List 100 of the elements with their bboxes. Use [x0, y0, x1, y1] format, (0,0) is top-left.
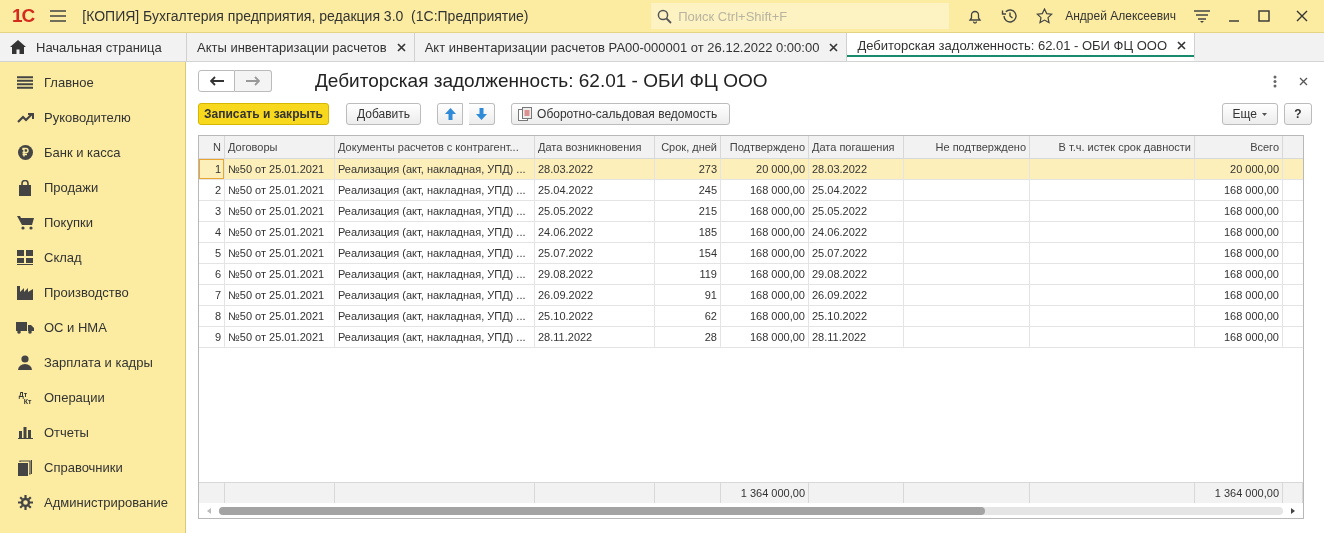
table-cell: 168 000,00: [721, 306, 809, 326]
search-input[interactable]: Поиск Ctrl+Shift+F: [676, 7, 941, 25]
table-row[interactable]: 6 №50 от 25.01.2021 Реализация (акт, накладная, УПД) ... 29.08.2022 119 168 000,00 29.08.2022 168 000,00: [199, 264, 1303, 285]
table-cell: 168 000,00: [721, 285, 809, 305]
table-cell: 168 000,00: [721, 327, 809, 347]
table-cell: 168 000,00: [1195, 222, 1283, 242]
row-number: 3: [199, 201, 225, 221]
report-button[interactable]: Оборотно-сальдовая ведомость: [511, 103, 731, 125]
person-icon: [18, 355, 32, 370]
search-field[interactable]: Поиск Ctrl+Shift+F: [651, 3, 950, 29]
form-title: Дебиторская задолженность: 62.01 - ОБИ ФЦ ООО: [315, 70, 768, 92]
add-button[interactable]: Добавить: [346, 103, 422, 125]
table-cell: 168 000,00: [1195, 201, 1283, 221]
more-button[interactable]: Еще: [1221, 103, 1278, 125]
table-cell: №50 от 25.01.2021: [225, 201, 335, 221]
sidebar-item[interactable]: Производство: [0, 275, 185, 310]
menu-icon[interactable]: [50, 10, 67, 22]
column-header[interactable]: Документы расчетов с контрагент...: [335, 136, 535, 158]
table-cell: 28.11.2022: [809, 327, 904, 347]
trend-icon: [16, 112, 34, 123]
sidebar-item[interactable]: Отчеты: [0, 415, 185, 450]
app-logo: 1С: [12, 5, 35, 27]
table-row[interactable]: 3 №50 от 25.01.2021 Реализация (акт, накладная, УПД) ... 25.05.2022 215 168 000,00 25.05.2022 168 000,00: [199, 201, 1303, 222]
table-cell: 25.10.2022: [535, 306, 655, 326]
sidebar-item[interactable]: Справочники: [0, 450, 185, 485]
table-cell: 25.05.2022: [809, 201, 904, 221]
sidebar-item[interactable]: Руководителю: [0, 100, 185, 135]
table-cell: 28: [655, 327, 721, 347]
help-button[interactable]: ?: [1284, 103, 1312, 125]
table-cell: 168 000,00: [1195, 264, 1283, 284]
table-cell: №50 от 25.01.2021: [225, 285, 335, 305]
column-header[interactable]: В т.ч. истек срок давности: [1030, 136, 1195, 158]
bell-icon[interactable]: [967, 8, 984, 24]
cart-icon: [16, 215, 34, 230]
table-cell: 185: [655, 222, 721, 242]
table-row[interactable]: 2 №50 от 25.01.2021 Реализация (акт, накладная, УПД) ... 25.04.2022 245 168 000,00 25.04.2022 168 000,00: [199, 180, 1303, 201]
user-name[interactable]: Андрей Алексеевич: [1065, 9, 1176, 23]
sidebar-item[interactable]: Банк и касса: [0, 135, 185, 170]
column-header[interactable]: Срок, дней: [655, 136, 721, 158]
star-icon[interactable]: [1036, 8, 1054, 24]
table-row[interactable]: 4 №50 от 25.01.2021 Реализация (акт, накладная, УПД) ... 24.06.2022 185 168 000,00 24.06.2022 168 000,00: [199, 222, 1303, 243]
table-cell: 20 000,00: [1195, 159, 1283, 179]
table-cell: 25.07.2022: [535, 243, 655, 263]
tab[interactable]: Акты инвентаризации расчетов: [187, 33, 415, 61]
table-cell: 91: [655, 285, 721, 305]
right-arrow-icon: [246, 76, 260, 86]
close-icon[interactable]: [1296, 10, 1308, 22]
close-icon[interactable]: [829, 42, 839, 52]
save-and-close-button[interactable]: Записать и закрыть: [198, 103, 329, 125]
scroll-right-icon[interactable]: [1291, 507, 1295, 514]
sidebar-item[interactable]: Склад: [0, 240, 185, 275]
table-cell: Реализация (акт, накладная, УПД) ...: [335, 306, 535, 326]
gear-icon: [17, 495, 33, 510]
column-header[interactable]: Подтверждено: [721, 136, 809, 158]
history-icon[interactable]: [1001, 8, 1019, 24]
sidebar-item[interactable]: Зарплата и кадры: [0, 345, 185, 380]
sidebar-item[interactable]: Покупки: [0, 205, 185, 240]
table-row[interactable]: 7 №50 от 25.01.2021 Реализация (акт, накладная, УПД) ... 26.09.2022 91 168 000,00 26.09.2022 168 000,00: [199, 285, 1303, 306]
table-cell: Реализация (акт, накладная, УПД) ...: [335, 159, 535, 179]
table-row[interactable]: 9 №50 от 25.01.2021 Реализация (акт, накладная, УПД) ... 28.11.2022 28 168 000,00 28.11.2022 168 000,00: [199, 327, 1303, 348]
column-header[interactable]: Всего: [1195, 136, 1283, 158]
close-icon[interactable]: [396, 42, 406, 52]
tab[interactable]: Дебиторская задолженность: 62.01 - ОБИ ФЦ ООО: [847, 33, 1196, 61]
table-row[interactable]: 8 №50 от 25.01.2021 Реализация (акт, накладная, УПД) ... 25.10.2022 62 168 000,00 25.10.2022 168 000,00: [199, 306, 1303, 327]
truck-icon: [16, 321, 34, 334]
table-cell: 168 000,00: [1195, 180, 1283, 200]
tab[interactable]: Начальная страница: [0, 33, 187, 61]
close-icon[interactable]: [1177, 40, 1187, 50]
left-arrow-icon: [209, 76, 224, 86]
table-row[interactable]: 5 №50 от 25.01.2021 Реализация (акт, накладная, УПД) ... 25.07.2022 154 168 000,00 25.07.2022 168 000,00: [199, 243, 1303, 264]
back-button[interactable]: [198, 70, 235, 92]
table-cell: 215: [655, 201, 721, 221]
table-cell: 168 000,00: [721, 243, 809, 263]
table-cell: 28.03.2022: [809, 159, 904, 179]
sidebar-item[interactable]: Администрирование: [0, 485, 185, 520]
column-header[interactable]: N: [199, 136, 225, 158]
table-row[interactable]: 1 №50 от 25.01.2021 Реализация (акт, накладная, УПД) ... 28.03.2022 273 20 000,00 28.03.2022 20 000,00: [199, 159, 1303, 180]
maximize-icon[interactable]: [1258, 10, 1270, 22]
filter-menu-icon[interactable]: [1194, 9, 1210, 23]
close-icon[interactable]: [1299, 76, 1308, 86]
grid-icon: [17, 250, 33, 265]
table-cell: 168 000,00: [1195, 327, 1283, 347]
column-header[interactable]: Не подтверждено: [904, 136, 1030, 158]
scrollbar-thumb[interactable]: [219, 506, 986, 515]
table-cell: 25.04.2022: [809, 180, 904, 200]
sidebar-item[interactable]: Продажи: [0, 170, 185, 205]
table-cell: Реализация (акт, накладная, УПД) ...: [335, 285, 535, 305]
table-cell: Реализация (акт, накладная, УПД) ...: [335, 201, 535, 221]
column-header[interactable]: Договоры: [225, 136, 335, 158]
sidebar-item[interactable]: Главное: [0, 65, 185, 100]
column-header[interactable]: Дата возникновения: [535, 136, 655, 158]
table-cell: Реализация (акт, накладная, УПД) ...: [335, 243, 535, 263]
sidebar-item[interactable]: ОС и НМА: [0, 310, 185, 345]
more-options-icon[interactable]: [1273, 74, 1277, 88]
row-number: 1: [199, 159, 225, 179]
column-header[interactable]: Дата погашения: [809, 136, 904, 158]
move-up-button[interactable]: [437, 103, 464, 125]
list-icon: [17, 76, 33, 89]
table-cell: 168 000,00: [721, 201, 809, 221]
move-down-button[interactable]: [469, 103, 496, 125]
